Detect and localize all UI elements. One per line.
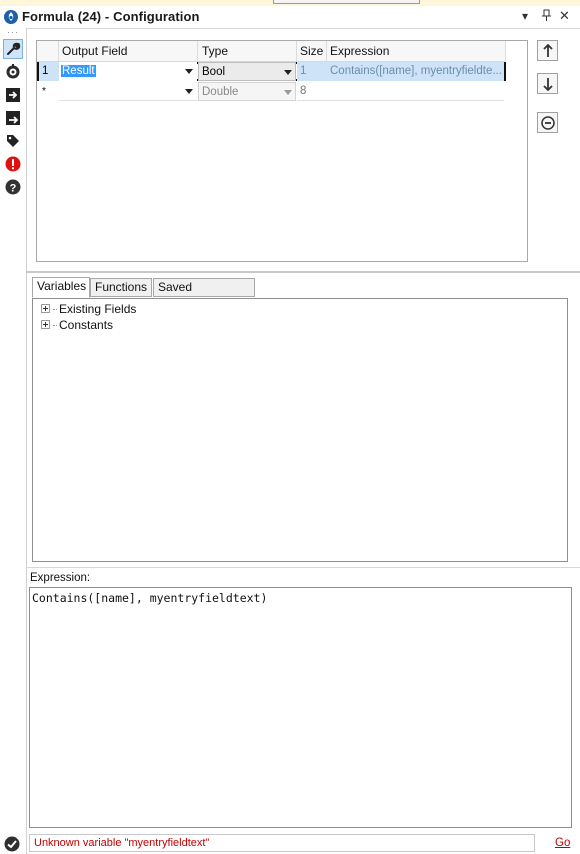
- alteryx-logo-icon: [4, 10, 18, 24]
- tree-item-existing-fields[interactable]: Existing Fields: [41, 301, 136, 317]
- docking-grip[interactable]: [273, 0, 420, 4]
- input-arrow-icon[interactable]: [3, 85, 23, 105]
- move-up-icon: [542, 43, 553, 57]
- header-output-field: Output Field: [62, 44, 128, 58]
- tab-functions[interactable]: Functions: [90, 278, 152, 297]
- sidebar-grip: ···: [7, 27, 19, 37]
- variables-tree: Existing Fields Constants: [32, 298, 568, 562]
- header-size: Size: [300, 44, 324, 58]
- expression-editor[interactable]: Contains([name], myentryfieldtext): [29, 587, 572, 828]
- new-row-marker: *: [42, 86, 46, 97]
- expression-cell[interactable]: Contains([name], myentryfieldte...: [327, 62, 504, 81]
- output-field-grid: Output Field Type Size Expression 1 Resu…: [36, 40, 528, 262]
- remove-button[interactable]: [537, 112, 558, 133]
- expand-icon[interactable]: [41, 304, 50, 314]
- splitter[interactable]: [26, 271, 580, 273]
- help-icon[interactable]: ?: [3, 177, 23, 197]
- chevron-down-icon[interactable]: [185, 69, 193, 74]
- go-link[interactable]: Go: [555, 837, 570, 849]
- size-cell[interactable]: 1: [297, 62, 327, 81]
- table-row[interactable]: 1 Result Bool 1 Contains([name], myentry…: [37, 62, 506, 82]
- expression-text[interactable]: Contains([name], myentryfieldtext): [32, 591, 267, 605]
- chevron-down-icon[interactable]: [284, 70, 292, 75]
- tab-saved-expressions[interactable]: Saved Expressions: [153, 278, 255, 311]
- expand-icon[interactable]: [41, 320, 50, 330]
- dropdown-icon[interactable]: ▾: [522, 9, 528, 23]
- move-up-button[interactable]: [537, 40, 558, 61]
- sidebar: ··· ?: [0, 28, 27, 854]
- chevron-down-icon[interactable]: [185, 89, 193, 94]
- window-title: Formula (24) - Configuration: [22, 9, 200, 24]
- output-field-input[interactable]: Result: [59, 62, 197, 81]
- size-cell[interactable]: 8: [297, 82, 327, 101]
- tab-variables[interactable]: Variables: [32, 277, 90, 298]
- status-bar: Unknown variable "myentryfieldtext": [29, 834, 535, 852]
- grid-header: Output Field Type Size Expression: [37, 41, 506, 62]
- splitter[interactable]: [26, 567, 580, 568]
- error-message: Unknown variable "myentryfieldtext": [34, 837, 210, 849]
- pin-icon[interactable]: [541, 9, 552, 25]
- output-field-input[interactable]: [59, 82, 197, 101]
- check-circle-icon: [4, 836, 20, 852]
- expression-label: Expression:: [30, 572, 91, 584]
- wrench-icon[interactable]: [3, 39, 23, 59]
- expression-cell[interactable]: [327, 82, 504, 101]
- header-type: Type: [202, 44, 229, 58]
- tag-icon[interactable]: [3, 131, 23, 151]
- row-number: 1: [39, 62, 59, 81]
- table-row[interactable]: * Double 8: [37, 82, 506, 102]
- header-expression: Expression: [330, 44, 390, 58]
- type-select[interactable]: Bool: [198, 62, 296, 81]
- error-icon[interactable]: [3, 154, 23, 174]
- chevron-down-icon[interactable]: [284, 90, 292, 95]
- output-arrow-icon[interactable]: [3, 108, 23, 128]
- close-icon[interactable]: ✕: [559, 9, 570, 23]
- title-bar: Formula (24) - Configuration ▾ ✕: [0, 6, 580, 29]
- tree-item-constants[interactable]: Constants: [41, 317, 113, 333]
- target-icon[interactable]: [3, 62, 23, 82]
- svg-text:?: ?: [10, 182, 17, 194]
- move-down-icon: [542, 77, 553, 91]
- type-select[interactable]: Double: [198, 82, 296, 101]
- remove-icon: [540, 115, 555, 130]
- move-down-button[interactable]: [537, 73, 558, 94]
